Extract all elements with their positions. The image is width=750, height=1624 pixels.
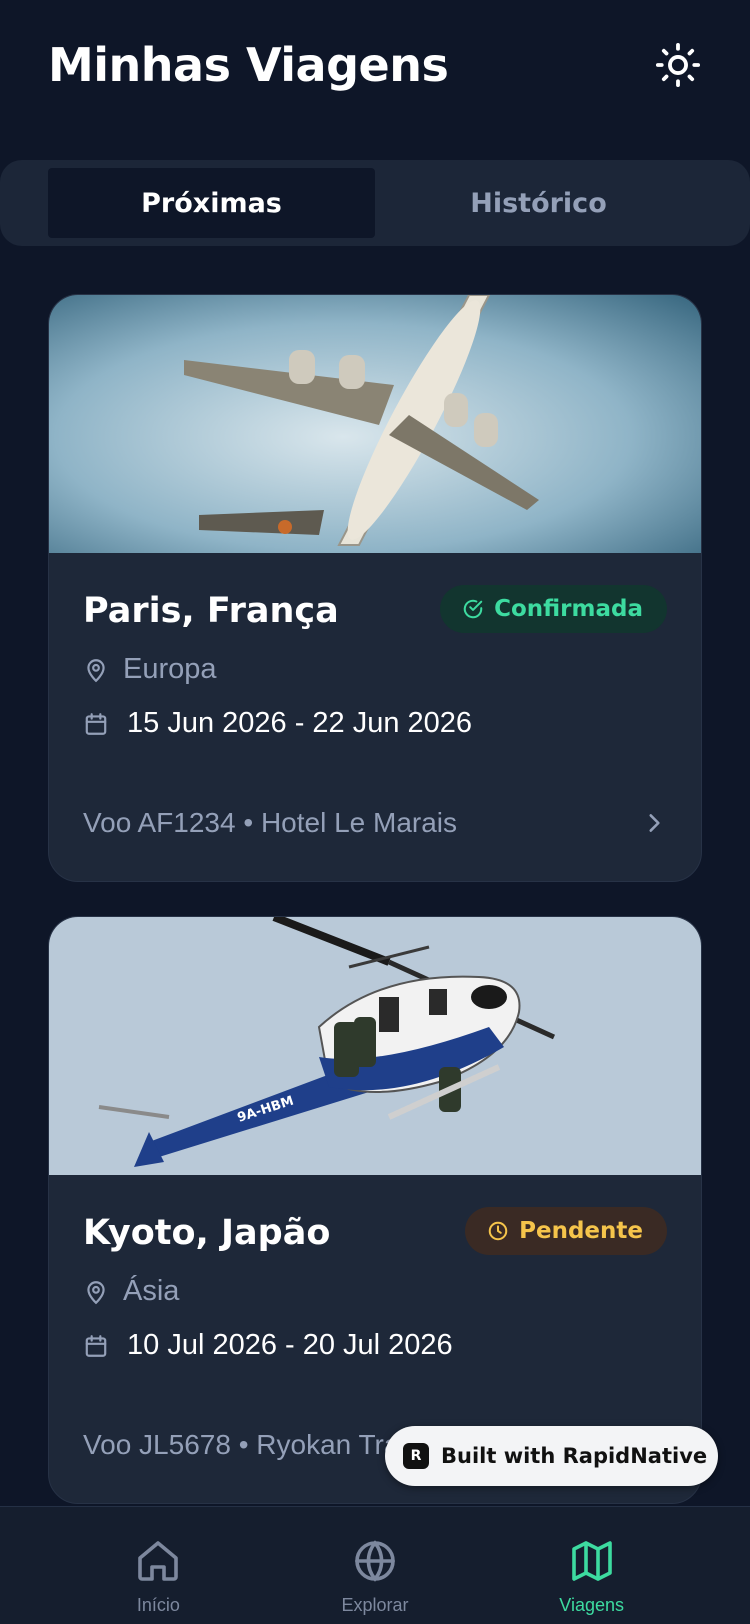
tabbar-item-home[interactable]: Início (88, 1507, 228, 1624)
tabbar-label: Início (136, 1595, 180, 1615)
calendar-icon (85, 712, 107, 735)
map-pin-icon (87, 1280, 105, 1304)
my-trips-screen: Minhas Viagens Próximas Histórico Paris,… (0, 0, 750, 1624)
destination-title: Kyoto, Japão (83, 1213, 331, 1253)
map-icon (571, 1541, 612, 1581)
tabbar-label: Viagens (559, 1595, 624, 1615)
header: Minhas Viagens (48, 34, 702, 96)
built-with-rapidnative-badge[interactable]: R Built with RapidNative (385, 1426, 718, 1486)
region-label: Ásia (123, 1275, 180, 1307)
rapidnative-logo-icon: R (403, 1443, 429, 1469)
trip-image-airplane (49, 295, 701, 553)
globe-icon (355, 1540, 395, 1582)
dates-row: 10 Jul 2026 - 20 Jul 2026 (83, 1329, 453, 1362)
theme-toggle-button[interactable] (654, 41, 702, 89)
watermark-label: Built with RapidNative (441, 1444, 708, 1468)
trip-details: Voo AF1234 • Hotel Le Marais (83, 807, 458, 838)
tab-upcoming[interactable]: Próximas (48, 168, 375, 238)
dates-row: 15 Jun 2026 - 22 Jun 2026 (83, 707, 472, 740)
region-row: Europa (83, 653, 217, 686)
tabbar-label: Explorar (341, 1595, 409, 1615)
calendar-icon (85, 1334, 107, 1357)
tabbar-item-explore[interactable]: Explorar (305, 1507, 445, 1624)
status-label: Pendente (519, 1218, 643, 1244)
region-row: Ásia (83, 1275, 179, 1308)
status-badge: Confirmada (440, 585, 667, 633)
region-label: Europa (123, 653, 217, 685)
status-badge: Pendente (465, 1207, 667, 1255)
page-title: Minhas Viagens (48, 38, 449, 92)
sun-icon (655, 42, 701, 88)
home-icon (138, 1541, 179, 1581)
tabbar-item-trips[interactable]: Viagens (522, 1507, 662, 1624)
dates-label: 15 Jun 2026 - 22 Jun 2026 (127, 707, 473, 739)
bottom-tab-bar: Início Explorar Viagens (0, 1506, 750, 1624)
details-row: Voo AF1234 • Hotel Le Marais (83, 807, 667, 839)
segmented-tabs: Próximas Histórico (0, 160, 750, 246)
trip-image-helicopter: 9A-HBM (49, 917, 701, 1175)
dates-label: 10 Jul 2026 - 20 Jul 2026 (127, 1329, 453, 1361)
trip-card[interactable]: Paris, França Confirmada Europa 15 Jun 2… (48, 294, 702, 882)
destination-title: Paris, França (83, 591, 339, 631)
chevron-right-icon[interactable] (641, 810, 667, 836)
trip-details: Voo JL5678 • Ryokan Tra (83, 1429, 400, 1460)
map-pin-icon (87, 658, 105, 682)
clock-icon (488, 1221, 508, 1241)
trip-card[interactable]: 9A-HBM Kyoto, Japão Pendente Ásia 10 Jul… (48, 916, 702, 1504)
tab-history[interactable]: Histórico (375, 168, 702, 238)
check-circle-icon (463, 599, 483, 619)
status-label: Confirmada (494, 596, 643, 622)
